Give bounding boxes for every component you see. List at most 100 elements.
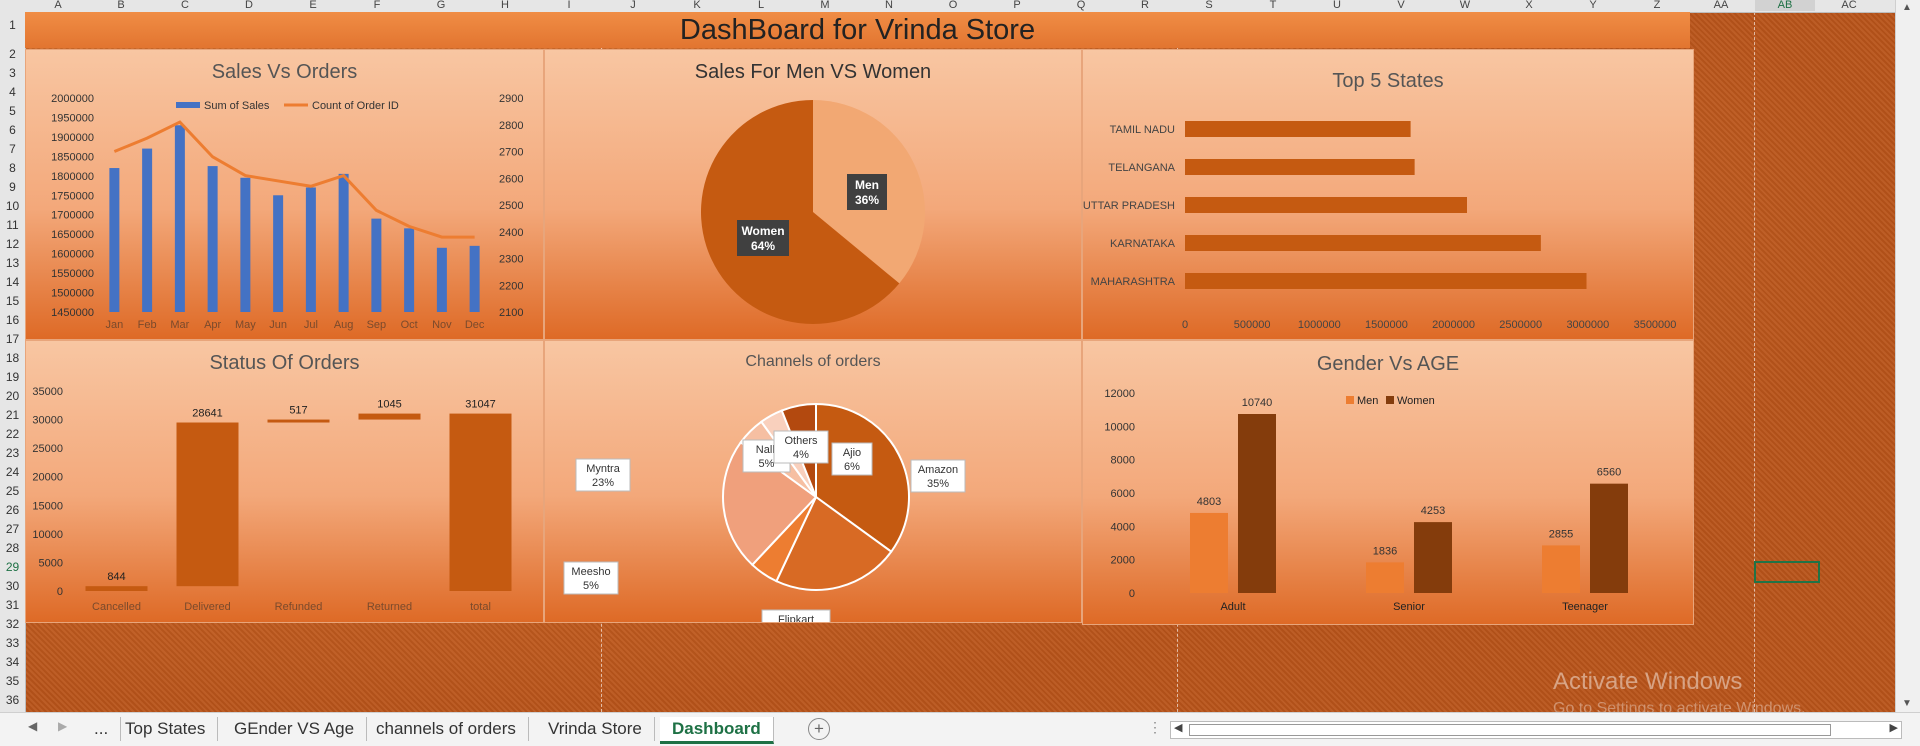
more-options-icon[interactable]: ⋮ [1148, 719, 1162, 736]
row-header[interactable]: 8 [0, 161, 25, 175]
y2-tick-label: 2500 [499, 200, 523, 212]
men-women-panel[interactable]: Sales For Men VS Women Men 36% Women 64% [544, 49, 1082, 340]
column-header[interactable]: O [923, 0, 983, 11]
column-header[interactable]: Z [1627, 0, 1687, 11]
row-header[interactable]: 1 [0, 18, 25, 32]
column-header[interactable]: I [539, 0, 599, 11]
column-header[interactable]: Q [1051, 0, 1111, 11]
column-header[interactable]: Y [1563, 0, 1623, 11]
row-header[interactable]: 32 [0, 617, 25, 631]
column-header[interactable]: R [1115, 0, 1175, 11]
add-sheet-icon[interactable]: + [808, 718, 830, 740]
column-header[interactable]: N [859, 0, 919, 11]
sales-bar [273, 195, 284, 312]
scroll-up-icon[interactable]: ▲ [1902, 2, 1912, 13]
row-header[interactable]: 12 [0, 237, 25, 251]
channels-pie: Amazon35%Flipkart22%Meesho5%Myntra23%Nal… [563, 402, 966, 622]
horizontal-scrollbar[interactable]: ◀ ▶ [1170, 721, 1902, 739]
legend-label: Men [1357, 395, 1378, 407]
column-header[interactable]: C [155, 0, 215, 11]
row-header[interactable]: 10 [0, 199, 25, 213]
column-header[interactable]: U [1307, 0, 1367, 11]
row-header[interactable]: 34 [0, 655, 25, 669]
scroll-down-icon[interactable]: ▼ [1902, 698, 1912, 709]
sheet-tab[interactable]: GEnder VS Age [222, 717, 368, 741]
column-header[interactable]: H [475, 0, 535, 11]
row-header[interactable]: 7 [0, 142, 25, 156]
column-header[interactable]: D [219, 0, 279, 11]
scroll-right-icon[interactable]: ▶ [1890, 721, 1898, 734]
column-header[interactable]: T [1243, 0, 1303, 11]
column-header[interactable]: P [987, 0, 1047, 11]
sales-vs-orders-panel[interactable]: Sales Vs Orders 1450000 1500000 1550000 160… [25, 49, 544, 340]
row-header[interactable]: 2 [0, 47, 25, 61]
column-header[interactable]: X [1499, 0, 1559, 11]
row-header[interactable]: 11 [0, 218, 25, 232]
row-header[interactable]: 19 [0, 370, 25, 384]
column-header[interactable]: S [1179, 0, 1239, 11]
sales-vs-orders-chart: 1450000 1500000 1550000 1600000 1650000 17000… [51, 93, 523, 331]
column-header[interactable]: AC [1819, 0, 1879, 11]
column-header[interactable]: K [667, 0, 727, 11]
row-header[interactable]: 27 [0, 522, 25, 536]
row-header[interactable]: 6 [0, 123, 25, 137]
row-header[interactable]: 5 [0, 104, 25, 118]
status-bar [85, 586, 148, 591]
row-header[interactable]: 25 [0, 484, 25, 498]
row-header[interactable]: 36 [0, 693, 25, 707]
prev-sheet-icon[interactable]: ◀ [28, 719, 37, 733]
column-header[interactable]: AB [1755, 0, 1815, 11]
row-header[interactable]: 4 [0, 85, 25, 99]
row-header[interactable]: 33 [0, 636, 25, 650]
vertical-scrollbar[interactable]: ▲ ▼ [1895, 0, 1920, 712]
sales-bar [142, 148, 153, 312]
row-header[interactable]: 21 [0, 408, 25, 422]
row-header[interactable]: 18 [0, 351, 25, 365]
column-header[interactable]: F [347, 0, 407, 11]
y-tick-label: 1650000 [51, 229, 94, 241]
row-header[interactable]: 14 [0, 275, 25, 289]
gender-age-panel[interactable]: Gender Vs AGE 0 2000 4000 6000 8000 10000 1200… [1082, 340, 1694, 625]
top-states-panel[interactable]: Top 5 States TAMIL NADU TELANGANA UTTAR PR… [1082, 49, 1694, 340]
scroll-thumb[interactable] [1189, 724, 1831, 736]
row-header[interactable]: 3 [0, 66, 25, 80]
row-header[interactable]: 29 [0, 560, 25, 574]
column-header[interactable]: A [28, 0, 88, 11]
row-header[interactable]: 9 [0, 180, 25, 194]
column-header[interactable]: W [1435, 0, 1495, 11]
row-header[interactable]: 22 [0, 427, 25, 441]
row-header[interactable]: 13 [0, 256, 25, 270]
column-header[interactable]: B [91, 0, 151, 11]
column-header[interactable]: M [795, 0, 855, 11]
row-header[interactable]: 28 [0, 541, 25, 555]
row-header[interactable]: 15 [0, 294, 25, 308]
sheet-tab[interactable]: Top States [113, 717, 219, 741]
sheet-tab[interactable]: channels of orders [364, 717, 529, 741]
row-header[interactable]: 20 [0, 389, 25, 403]
channels-panel[interactable]: Channels of orders Amazon35%Flipkart22%M… [544, 340, 1082, 623]
row-header[interactable]: 35 [0, 674, 25, 688]
column-header[interactable]: V [1371, 0, 1431, 11]
data-label-name: Women [741, 224, 784, 238]
row-header[interactable]: 17 [0, 332, 25, 346]
scroll-left-icon[interactable]: ◀ [1174, 721, 1182, 734]
row-header[interactable]: 23 [0, 446, 25, 460]
state-bar [1185, 235, 1541, 251]
sheet-tab[interactable]: Dashboard [660, 717, 774, 744]
column-header[interactable]: J [603, 0, 663, 11]
sheet-tab[interactable]: Vrinda Store [536, 717, 655, 741]
row-header[interactable]: 31 [0, 598, 25, 612]
selected-cell[interactable] [1754, 561, 1820, 583]
row-header[interactable]: 26 [0, 503, 25, 517]
activation-watermark: Activate Windows [1553, 668, 1743, 695]
x-tick-label: Dec [465, 319, 485, 331]
column-header[interactable]: AA [1691, 0, 1751, 11]
row-header[interactable]: 16 [0, 313, 25, 327]
column-header[interactable]: L [731, 0, 791, 11]
row-header[interactable]: 24 [0, 465, 25, 479]
column-header[interactable]: E [283, 0, 343, 11]
status-orders-panel[interactable]: Status Of Orders 0 5000 10000 15000 20000 250… [25, 340, 544, 623]
column-header[interactable]: G [411, 0, 471, 11]
next-sheet-icon[interactable]: ▶ [58, 719, 67, 733]
row-header[interactable]: 30 [0, 579, 25, 593]
